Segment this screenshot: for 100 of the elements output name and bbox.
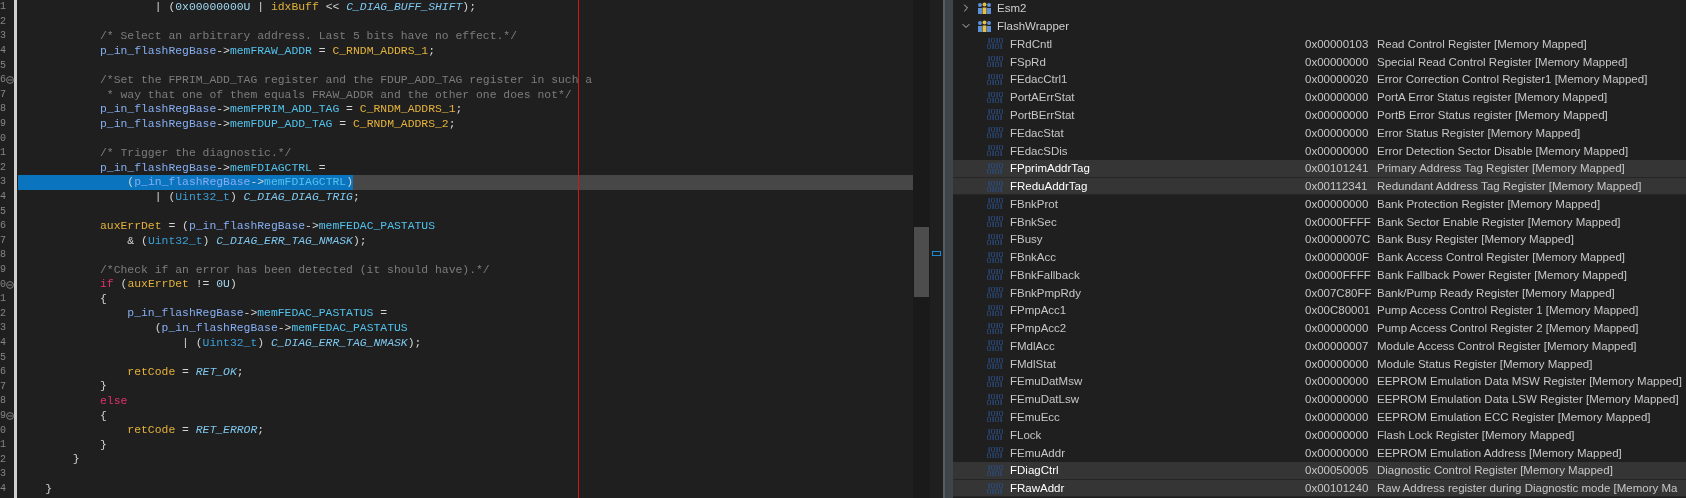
line-number: 7 — [0, 89, 6, 100]
binary-icon — [987, 322, 1003, 334]
register-description: Flash Lock Register [Memory Mapped] — [1377, 428, 1575, 441]
register-row[interactable]: FMdlAcc 0x00000007 Module Access Control Register [Memory Mapped] — [953, 337, 1686, 356]
binary-icon — [987, 38, 1003, 50]
register-row[interactable]: FBnkPmpRdy 0x007C80FF Bank/Pump Ready Register [Memory Mapped] — [953, 284, 1686, 302]
code-line: if (auxErrDet != 0U) — [99, 277, 237, 292]
register-name: FLock — [1010, 428, 1043, 441]
tree-node-label: Esm2 — [997, 2, 1027, 15]
register-name: FPmpAcc2 — [1010, 322, 1068, 335]
register-name: FPmpAcc1 — [1010, 304, 1068, 317]
binary-icon — [987, 447, 1003, 458]
scrollbar-thumb[interactable] — [914, 227, 929, 297]
register-value: 0x00000000 — [1305, 446, 1370, 459]
register-row[interactable]: FEmuDatLsw 0x00000000 EEPROM Emulation Data LSW Register [Memory Mapped] — [953, 390, 1686, 409]
register-description: Module Status Register [Memory Mapped] — [1377, 357, 1593, 370]
register-row[interactable]: FPprimAddrTag 0x00101241 Primary Address Tag Register [Memory Mapped] — [953, 159, 1686, 178]
register-name: FBusy — [1010, 233, 1044, 246]
binary-icon — [987, 233, 1003, 245]
register-value: 0x00000103 — [1305, 37, 1370, 50]
register-row[interactable]: FSpRd 0x00000000 Special Read Control Register [Memory Mapped] — [953, 53, 1686, 72]
register-row[interactable]: FEdacStat 0x00000000 Error Status Register [Memory Mapped] — [953, 124, 1686, 143]
line-number: 6 — [0, 221, 6, 232]
collapse-icon[interactable] — [6, 280, 14, 289]
register-row[interactable]: FLock 0x00000000 Flash Lock Register [Memory Mapped] — [953, 426, 1686, 445]
register-description: PortA Error Status register [Memory Mapped] — [1377, 91, 1608, 104]
register-description: Pump Access Control Register 1 [Memory Mapped] — [1377, 304, 1639, 317]
register-row[interactable]: FBnkAcc 0x0000000F Bank Access Control Register [Memory Mapped] — [953, 248, 1686, 267]
group-icon — [977, 20, 992, 33]
line-number: 1 — [0, 2, 6, 13]
register-row[interactable]: FBnkProt 0x00000000 Bank Protection Register [Memory Mapped] — [953, 195, 1686, 214]
code-line: /* Trigger the diagnostic.*/ — [99, 145, 292, 161]
line-number: 3 — [0, 31, 6, 42]
register-name: FBnkPmpRdy — [1010, 286, 1082, 299]
register-row[interactable]: FEmuEcc 0x00000000 EEPROM Emulation ECC Register [Memory Mapped] — [953, 408, 1686, 427]
register-row[interactable]: FEdacSDis 0x00000000 Error Detection Sector Disable [Memory Mapped] — [953, 142, 1686, 160]
register-row[interactable]: FBnkFallback 0x0000FFFF Bank Fallback Power Register [Memory Mapped] — [953, 266, 1686, 285]
register-row[interactable]: FBnkSec 0x0000FFFF Bank Sector Enable Register [Memory Mapped] — [953, 213, 1686, 231]
line-number: 8 — [0, 396, 6, 407]
code-line: p_in_flashRegBase->memFDUP_ADD_TAG = C_RNDM_ADDRS_2; — [99, 116, 456, 132]
register-value: 0x00000000 — [1305, 55, 1370, 68]
register-name: FPprimAddrTag — [1010, 162, 1091, 175]
register-value: 0x00000000 — [1305, 144, 1370, 157]
register-row[interactable]: FBusy 0x0000007C Bank Busy Register [Memory Mapped] — [953, 230, 1686, 249]
register-row[interactable]: FEdacCtrl1 0x00000020 Error Correction Control Register1 [Memory Mapped] — [953, 71, 1686, 89]
register-value: 0x00112341 — [1305, 180, 1369, 193]
register-value: 0x00000000 — [1305, 393, 1370, 406]
register-value: 0x00000000 — [1305, 197, 1370, 210]
register-name: FRdCntl — [1010, 37, 1054, 50]
register-row[interactable]: FRdCntl 0x00000103 Read Control Register [Memory Mapped] — [953, 35, 1686, 54]
register-row[interactable]: FPmpAcc2 0x00000000 Pump Access Control Register 2 [Memory Mapped] — [953, 319, 1686, 338]
register-row[interactable]: FEmuAddr 0x00000000 EEPROM Emulation Address [Memory Mapped] — [953, 444, 1686, 462]
scrollbar-track[interactable] — [913, 0, 930, 498]
binary-icon — [987, 287, 1003, 299]
tree-node[interactable]: Esm2 — [953, 0, 1686, 18]
code-line: (p_in_flashRegBase->memFEDAC_PASTATUS — [153, 321, 408, 336]
line-number: 0 — [0, 425, 6, 436]
register-name: FEmuDatMsw — [1010, 375, 1084, 388]
register-description: Raw Address register during Diagnostic mode [Memory Ma — [1377, 482, 1678, 495]
register-description: Error Status Register [Memory Mapped] — [1377, 126, 1581, 139]
tree-node[interactable]: FlashWrapper — [953, 17, 1686, 36]
register-name: PortBErrStat — [1010, 108, 1076, 121]
code-line: } — [99, 437, 107, 453]
code-line: p_in_flashRegBase->memFDIAGCTRL = — [99, 160, 326, 176]
register-name: FEdacSDis — [1010, 144, 1069, 157]
register-description: Bank Fallback Power Register [Memory Mapped] — [1377, 268, 1627, 281]
binary-icon — [987, 162, 1003, 174]
register-row[interactable]: PortBErrStat 0x00000000 PortB Error Status register [Memory Mapped] — [953, 106, 1686, 125]
line-number: 7 — [0, 235, 6, 246]
line-number: 4 — [0, 46, 6, 57]
register-row[interactable]: FDiagCtrl 0x00050005 Diagnostic Control Register [Memory Mapped] — [953, 461, 1686, 480]
register-row[interactable]: FEmuDatMsw 0x00000000 EEPROM Emulation Data MSW Register [Memory Mapped] — [953, 373, 1686, 391]
register-name: FEmuAddr — [1010, 446, 1066, 459]
code-line: { — [99, 291, 107, 307]
register-value: 0x0000FFFF — [1305, 268, 1372, 281]
register-description: EEPROM Emulation Data MSW Register [Memory Mapped] — [1377, 375, 1682, 388]
code-line: } — [44, 481, 53, 497]
register-value: 0x00101241 — [1305, 162, 1370, 175]
binary-icon — [987, 269, 1003, 281]
code-line: p_in_flashRegBase->memFPRIM_ADD_TAG = C_RNDM_ADDRS_1; — [99, 102, 463, 117]
collapse-icon[interactable] — [6, 76, 14, 85]
tree-node-label: FlashWrapper — [997, 20, 1069, 33]
line-number: 9 — [0, 410, 6, 421]
register-description: Error Detection Sector Disable [Memory Mapped] — [1377, 144, 1629, 157]
register-value: 0x00000000 — [1305, 411, 1370, 423]
line-number: 1 — [0, 440, 6, 451]
register-name: FEdacStat — [1010, 126, 1065, 139]
collapse-icon[interactable] — [6, 411, 14, 420]
register-value: 0x00000000 — [1305, 91, 1370, 104]
code-line: & (Uint32_t) C_DIAG_ERR_TAG_NMASK); — [126, 233, 367, 249]
line-number: 6 — [0, 75, 6, 86]
register-name: FBnkAcc — [1010, 251, 1057, 264]
line-number: 1 — [0, 294, 6, 305]
register-row[interactable]: PortAErrStat 0x00000000 PortA Error Status register [Memory Mapped] — [953, 88, 1686, 107]
register-value: 0x0000007C — [1305, 233, 1372, 246]
register-row[interactable]: FMdlStat 0x00000000 Module Status Register [Memory Mapped] — [953, 355, 1686, 374]
line-number: 4 — [0, 337, 6, 348]
code-line: /*Set the FPRIM_ADD_TAG register and the FDUP_ADD_TAG register in such a — [99, 72, 593, 88]
register-row[interactable]: FPmpAcc1 0x00C80001 Pump Access Control Register 1 [Memory Mapped] — [953, 302, 1686, 320]
code-line: { — [99, 408, 107, 424]
